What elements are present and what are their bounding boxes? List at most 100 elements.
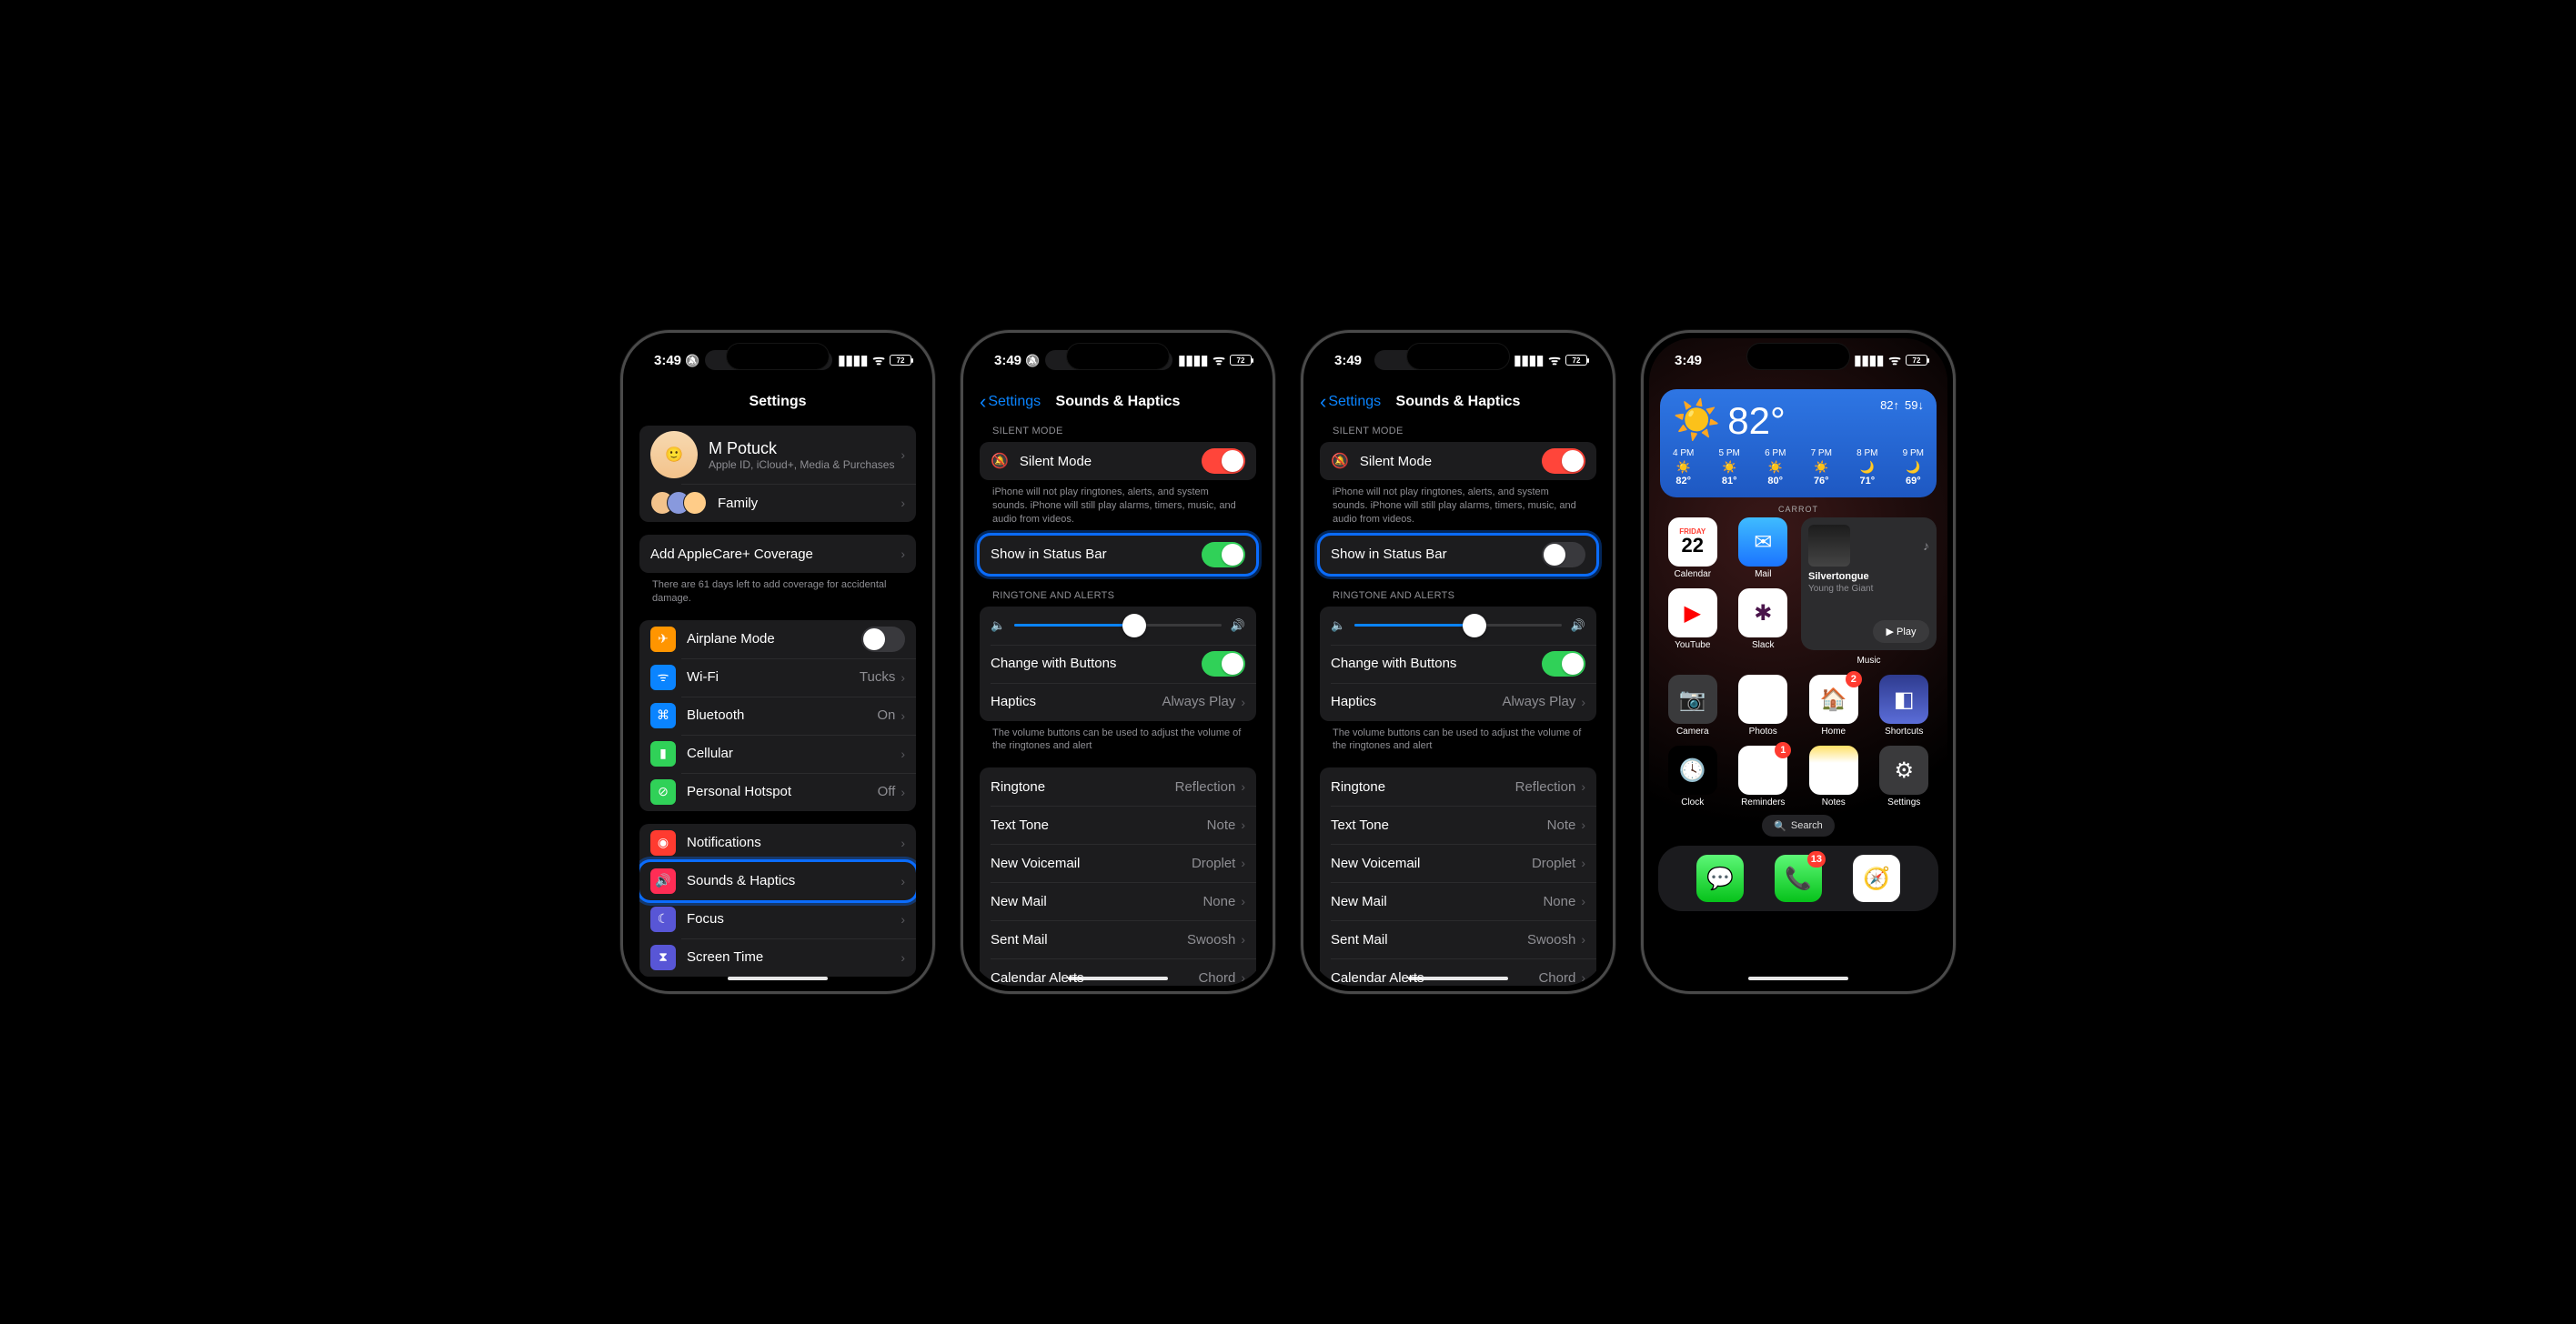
silent-mode-toggle[interactable] — [1542, 448, 1585, 474]
chevron-right-icon: › — [1241, 856, 1245, 870]
chevron-right-icon: › — [901, 785, 905, 799]
app-clock[interactable]: 🕓Clock — [1660, 746, 1726, 807]
row-label: New Voicemail — [1331, 856, 1532, 871]
volume-track[interactable] — [1014, 624, 1222, 627]
app-youtube[interactable]: ▶YouTube — [1660, 588, 1726, 650]
settings-row-notifications[interactable]: ◉Notifications› — [639, 824, 916, 862]
change-buttons-toggle[interactable] — [1202, 651, 1245, 677]
app-slack[interactable]: ✱Slack — [1731, 588, 1796, 650]
app-camera[interactable]: 📷Camera — [1660, 675, 1726, 737]
music-artist: Young the Giant — [1808, 583, 1929, 595]
badge: 1 — [1775, 742, 1791, 758]
hour-label: 8 PM — [1857, 448, 1877, 458]
hour-icon: 🌙 — [1860, 460, 1875, 474]
weather-hour: 8 PM 🌙 71° — [1857, 448, 1877, 486]
row-label: Screen Time — [687, 949, 899, 965]
haptics-row[interactable]: Haptics Always Play › — [980, 683, 1256, 721]
show-status-toggle[interactable] — [1202, 542, 1245, 567]
settings-row-focus[interactable]: ☾Focus› — [639, 900, 916, 938]
music-widget-caption: Music — [1801, 656, 1937, 666]
settings-row-wi-fi[interactable]: ᯤWi-FiTucks› — [639, 658, 916, 697]
change-with-buttons-row[interactable]: Change with Buttons — [980, 645, 1256, 683]
row-label: Change with Buttons — [1331, 656, 1542, 671]
haptics-row[interactable]: Haptics Always Play › — [1320, 683, 1596, 721]
show-status-bar-row[interactable]: Show in Status Bar — [1320, 536, 1596, 574]
settings-row-bluetooth[interactable]: ⌘BluetoothOn› — [639, 697, 916, 735]
app-shortcuts[interactable]: ◧Shortcuts — [1872, 675, 1937, 737]
app-label: Notes — [1822, 797, 1846, 807]
hour-icon: ☀️ — [1722, 460, 1736, 474]
app-reminders[interactable]: ≣1Reminders — [1731, 746, 1796, 807]
volume-track[interactable] — [1354, 624, 1562, 627]
settings-row-screen-time[interactable]: ⧗Screen Time› — [639, 938, 916, 977]
applecare-row[interactable]: Add AppleCare+ Coverage › — [639, 535, 916, 573]
app-notes[interactable]: ≡Notes — [1801, 746, 1867, 807]
dock: 💬 📞13 🧭 — [1658, 846, 1938, 911]
chevron-right-icon: › — [901, 670, 905, 685]
app-settings[interactable]: ⚙︎Settings — [1872, 746, 1937, 807]
app-messages[interactable]: 💬 — [1696, 855, 1744, 902]
chevron-right-icon: › — [1241, 970, 1245, 985]
volume-slider-row[interactable]: 🔈 🔊 — [1320, 607, 1596, 645]
tone-row-new-voicemail[interactable]: New Voicemail Droplet › — [980, 844, 1256, 882]
tone-row-calendar-alerts[interactable]: Calendar Alerts Chord › — [1320, 958, 1596, 986]
tone-row-ringtone[interactable]: Ringtone Reflection › — [980, 767, 1256, 806]
change-buttons-toggle[interactable] — [1542, 651, 1585, 677]
row-label: New Mail — [991, 894, 1202, 909]
app-calendar[interactable]: FRIDAY22Calendar — [1660, 517, 1726, 579]
section-header-ring: RINGTONE AND ALERTS — [980, 587, 1256, 607]
hour-temp: 69° — [1906, 476, 1921, 486]
silent-mode-toggle[interactable] — [1202, 448, 1245, 474]
chevron-right-icon: › — [1581, 856, 1585, 870]
change-with-buttons-row[interactable]: Change with Buttons — [1320, 645, 1596, 683]
app-label: Clock — [1681, 797, 1704, 807]
show-status-bar-row[interactable]: Show in Status Bar — [980, 536, 1256, 574]
tone-row-text-tone[interactable]: Text Tone Note › — [980, 806, 1256, 844]
home-indicator[interactable] — [728, 977, 828, 980]
tone-row-calendar-alerts[interactable]: Calendar Alerts Chord › — [980, 958, 1256, 986]
tone-row-ringtone[interactable]: Ringtone Reflection › — [1320, 767, 1596, 806]
app-label: Home — [1821, 727, 1846, 737]
silent-mode-row[interactable]: 🔕 Silent Mode — [980, 442, 1256, 480]
settings-row-personal-hotspot[interactable]: ⊘Personal HotspotOff› — [639, 773, 916, 811]
play-button[interactable]: ▶ Play — [1873, 620, 1929, 643]
back-button[interactable]: ‹ Settings — [980, 390, 1041, 414]
home-indicator[interactable] — [1748, 977, 1848, 980]
tone-row-new-mail[interactable]: New Mail None › — [1320, 882, 1596, 920]
search-button[interactable]: 🔍 Search — [1762, 815, 1835, 837]
volume-low-icon: 🔈 — [1331, 618, 1345, 633]
hour-temp: 82° — [1675, 476, 1691, 486]
tone-row-new-voicemail[interactable]: New Voicemail Droplet › — [1320, 844, 1596, 882]
weather-widget[interactable]: ☀️ 82° 82↑ 59↓ 4 PM ☀️ 82°5 PM ☀️ 81°6 P… — [1660, 389, 1937, 497]
tone-row-sent-mail[interactable]: Sent Mail Swoosh › — [980, 920, 1256, 958]
silent-mode-row[interactable]: 🔕 Silent Mode — [1320, 442, 1596, 480]
show-status-toggle[interactable] — [1542, 542, 1585, 567]
activity-pill-1 — [1374, 350, 1436, 370]
settings-row-cellular[interactable]: ▮Cellular› — [639, 735, 916, 773]
row-label: Show in Status Bar — [1331, 547, 1542, 562]
app-mail[interactable]: ✉︎Mail — [1731, 517, 1796, 579]
apple-id-row[interactable]: 🙂 M Potuck Apple ID, iCloud+, Media & Pu… — [639, 426, 916, 484]
toggle[interactable] — [861, 627, 905, 652]
app-home[interactable]: 🏠2Home — [1801, 675, 1867, 737]
app-safari[interactable]: 🧭 — [1853, 855, 1900, 902]
volume-slider-row[interactable]: 🔈 🔊 — [980, 607, 1256, 645]
tone-row-sent-mail[interactable]: Sent Mail Swoosh › — [1320, 920, 1596, 958]
search-icon: 🔍 — [1774, 820, 1786, 832]
back-button[interactable]: ‹ Settings — [1320, 390, 1381, 414]
app-photos[interactable]: ❀Photos — [1731, 675, 1796, 737]
family-row[interactable]: Family › — [639, 484, 916, 522]
settings-row-sounds-haptics[interactable]: 🔊Sounds & Haptics› — [639, 862, 916, 900]
silent-footer: iPhone will not play ringtones, alerts, … — [980, 480, 1256, 528]
home-indicator[interactable] — [1068, 977, 1168, 980]
chevron-right-icon: › — [1581, 894, 1585, 908]
row-value: Chord — [1538, 970, 1575, 986]
app-phone[interactable]: 📞13 — [1775, 855, 1822, 902]
tone-row-new-mail[interactable]: New Mail None › — [980, 882, 1256, 920]
settings-row-airplane-mode[interactable]: ✈︎Airplane Mode — [639, 620, 916, 658]
hour-label: 9 PM — [1903, 448, 1924, 458]
app-label: Shortcuts — [1885, 727, 1923, 737]
home-indicator[interactable] — [1408, 977, 1508, 980]
music-widget[interactable]: ♪ Silvertongue Young the Giant ▶ Play — [1801, 517, 1937, 650]
tone-row-text-tone[interactable]: Text Tone Note › — [1320, 806, 1596, 844]
